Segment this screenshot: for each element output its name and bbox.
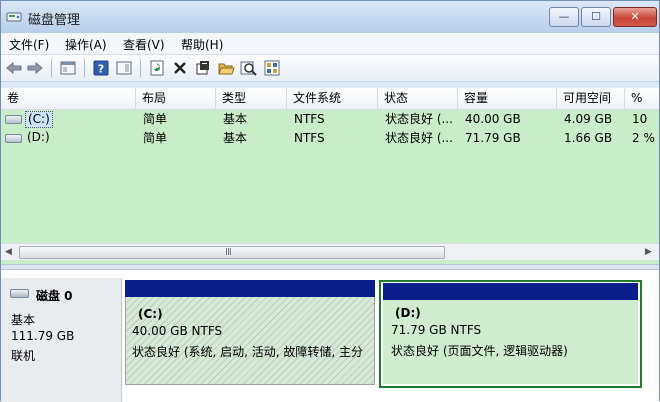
menu-file[interactable]: 文件(F) xyxy=(9,36,49,53)
column-header-filesystem[interactable]: 文件系统 xyxy=(287,88,378,110)
table-row[interactable]: (C:) 简单 基本 NTFS 状态良好 (... 40.00 GB 4.09 … xyxy=(1,110,659,129)
disk-type: 基本 xyxy=(11,313,36,327)
volume-drive-icon xyxy=(5,115,22,124)
partition-label: (D:) xyxy=(395,306,421,320)
disk-graphical-view: 磁盘 0 基本 111.79 GB 联机 (C:) 40.00 GB NTFS … xyxy=(1,270,659,402)
disk-management-app-icon xyxy=(6,9,22,25)
svg-text:?: ? xyxy=(98,63,104,76)
capacity-cell: 71.79 GB xyxy=(465,131,521,145)
type-cell: 基本 xyxy=(223,131,248,145)
partition-body: (C:) 40.00 GB NTFS 状态良好 (系统, 启动, 活动, 故障转… xyxy=(125,297,375,385)
layout-cell: 简单 xyxy=(143,112,168,126)
close-button[interactable]: ✕ xyxy=(613,7,657,27)
toolbar-separator xyxy=(140,59,141,77)
status-cell: 状态良好 (... xyxy=(385,131,453,145)
settings-icon[interactable] xyxy=(263,59,281,77)
partition-status: 状态良好 (系统, 启动, 活动, 故障转储, 主分 xyxy=(132,345,364,359)
open-folder-icon[interactable] xyxy=(217,59,235,77)
partition-body: (D:) 71.79 GB NTFS 状态良好 (页面文件, 逻辑驱动器) xyxy=(383,300,638,384)
column-header-layout[interactable]: 布局 xyxy=(136,88,216,110)
search-icon[interactable] xyxy=(240,59,258,77)
layout-cell: 简单 xyxy=(143,131,168,145)
maximize-button[interactable]: ☐ xyxy=(581,7,611,27)
column-header-free-space[interactable]: 可用空间 xyxy=(557,88,625,110)
partition-status: 状态良好 (页面文件, 逻辑驱动器) xyxy=(391,344,568,358)
menu-help[interactable]: 帮助(H) xyxy=(181,36,223,53)
minimize-button[interactable]: — xyxy=(549,7,579,27)
menu-bar: 文件(F) 操作(A) 查看(V) 帮助(H) xyxy=(1,33,659,55)
back-arrow-icon[interactable] xyxy=(5,59,23,77)
console-tree-icon[interactable] xyxy=(59,59,77,77)
column-header-type[interactable]: 类型 xyxy=(216,88,287,110)
refresh-icon[interactable] xyxy=(148,59,166,77)
free-space-cell: 4.09 GB xyxy=(564,112,613,126)
scroll-right-arrow-icon[interactable]: ▶ xyxy=(645,247,654,257)
window-title: 磁盘管理 xyxy=(28,13,81,28)
forward-arrow-icon[interactable] xyxy=(26,59,44,77)
partition-label: (C:) xyxy=(138,307,163,321)
table-row[interactable]: (D:) 简单 基本 NTFS 状态良好 (... 71.79 GB 1.66 … xyxy=(1,129,659,148)
help-icon[interactable]: ? xyxy=(92,59,110,77)
volume-drive-icon xyxy=(5,134,22,143)
delete-icon[interactable] xyxy=(171,59,189,77)
toolbar-separator xyxy=(51,59,52,77)
scrollbar-grip: III xyxy=(225,247,232,258)
hard-disk-icon xyxy=(10,289,29,298)
menu-action[interactable]: 操作(A) xyxy=(65,36,107,53)
column-header-capacity[interactable]: 容量 xyxy=(458,88,557,110)
percent-free-cell: 10 xyxy=(632,112,648,126)
column-header-percent-free[interactable]: % xyxy=(625,88,659,110)
volume-name[interactable]: (D:) xyxy=(25,130,52,147)
column-header-volume[interactable]: 卷 xyxy=(1,88,136,110)
capacity-cell: 40.00 GB xyxy=(465,112,521,126)
disk-info-panel[interactable]: 磁盘 0 基本 111.79 GB 联机 xyxy=(1,278,122,402)
partition-d[interactable]: (D:) 71.79 GB NTFS 状态良好 (页面文件, 逻辑驱动器) xyxy=(379,280,642,402)
free-space-cell: 1.66 GB xyxy=(564,131,613,145)
disk-size: 111.79 GB xyxy=(11,329,75,343)
column-header-status[interactable]: 状态 xyxy=(378,88,458,110)
filesystem-cell: NTFS xyxy=(294,131,325,145)
volume-cell: (C:) xyxy=(1,110,136,129)
type-cell: 基本 xyxy=(223,112,248,126)
toolbar-separator xyxy=(84,59,85,77)
title-bar: 磁盘管理 — ☐ ✕ xyxy=(1,1,659,33)
action-pane-icon[interactable] xyxy=(115,59,133,77)
scrollbar-thumb[interactable]: III xyxy=(19,246,445,259)
disk-name: 磁盘 0 xyxy=(36,289,73,303)
partition-bar xyxy=(383,283,638,300)
status-cell: 状态良好 (... xyxy=(385,112,453,126)
volume-list: 卷 布局 类型 文件系统 状态 容量 可用空间 % (C:) 简单 基本 NTF… xyxy=(1,88,659,264)
partition-bar xyxy=(125,280,375,297)
scroll-left-arrow-icon[interactable]: ◀ xyxy=(5,247,14,257)
partition-size: 71.79 GB NTFS xyxy=(391,323,482,337)
menu-view[interactable]: 查看(V) xyxy=(123,36,165,53)
column-headers: 卷 布局 类型 文件系统 状态 容量 可用空间 % xyxy=(1,88,659,110)
toolbar: ? xyxy=(1,55,659,82)
partition-size: 40.00 GB NTFS xyxy=(132,324,223,338)
horizontal-scrollbar[interactable]: ◀ III ▶ xyxy=(1,243,659,260)
volume-name[interactable]: (C:) xyxy=(25,111,53,128)
filesystem-cell: NTFS xyxy=(294,112,325,126)
volume-cell: (D:) xyxy=(1,129,136,148)
percent-free-cell: 2 % xyxy=(632,131,655,145)
partition-c[interactable]: (C:) 40.00 GB NTFS 状态良好 (系统, 启动, 活动, 故障转… xyxy=(125,280,375,402)
disk-management-window: 磁盘管理 — ☐ ✕ 文件(F) 操作(A) 查看(V) 帮助(H) ? 卷 布… xyxy=(0,0,660,402)
disk-state: 联机 xyxy=(11,349,36,363)
properties-icon[interactable] xyxy=(194,59,212,77)
